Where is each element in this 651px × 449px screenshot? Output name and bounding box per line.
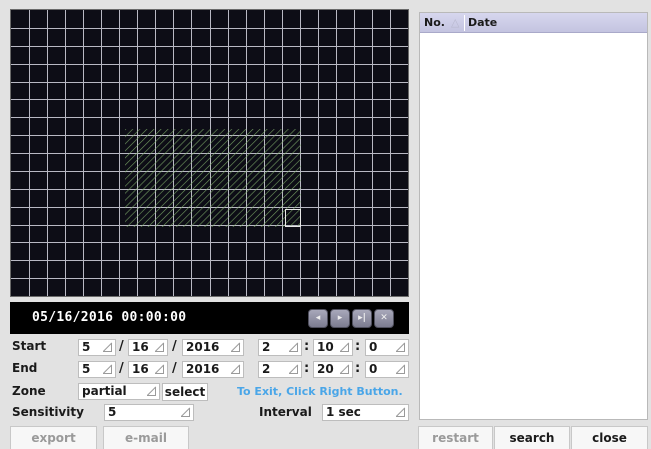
dropdown-icon <box>147 387 156 396</box>
start-hour-value: 2 <box>262 340 271 354</box>
play-icon: ▸ <box>337 313 343 323</box>
search-button[interactable]: search <box>494 426 570 449</box>
zone-value: partial <box>82 384 127 398</box>
date-separator: / <box>119 339 124 354</box>
interval-select[interactable]: 1 sec <box>322 404 409 421</box>
column-header-no[interactable]: No. <box>424 16 445 29</box>
interval-value: 1 sec <box>326 405 361 419</box>
playback-timestamp: 05/16/2016 00:00:00 <box>32 310 187 325</box>
start-day-value: 16 <box>132 340 149 354</box>
column-divider <box>464 15 465 31</box>
dropdown-icon <box>103 365 112 374</box>
rewind-icon: ◂ <box>315 313 321 323</box>
end-hour-value: 2 <box>262 362 271 376</box>
email-button[interactable]: e-mail <box>103 426 189 449</box>
end-minute-value: 20 <box>317 362 334 376</box>
dropdown-icon <box>396 408 405 417</box>
start-second-select[interactable]: 0 <box>365 339 409 356</box>
step-forward-button[interactable]: ▸| <box>352 309 372 328</box>
date-separator: / <box>119 361 124 376</box>
start-label: Start <box>12 339 47 353</box>
results-list-header: No. △ Date <box>420 13 647 33</box>
start-month-select[interactable]: 5 <box>78 339 116 356</box>
end-day-value: 16 <box>132 362 149 376</box>
dropdown-icon <box>155 365 164 374</box>
end-label: End <box>12 361 38 375</box>
end-month-value: 5 <box>82 362 91 376</box>
start-day-select[interactable]: 16 <box>128 339 168 356</box>
close-icon: ✕ <box>380 313 388 323</box>
dropdown-icon <box>231 365 240 374</box>
start-minute-value: 10 <box>317 340 334 354</box>
start-second-value: 0 <box>369 340 378 354</box>
rewind-button[interactable]: ◂ <box>308 309 328 328</box>
stop-button[interactable]: ✕ <box>374 309 394 328</box>
results-list[interactable]: No. △ Date <box>419 12 648 420</box>
end-second-select[interactable]: 0 <box>365 361 409 378</box>
dropdown-icon <box>231 343 240 352</box>
time-separator: : <box>304 361 310 376</box>
interval-label: Interval <box>259 405 312 419</box>
select-zone-button[interactable]: select <box>162 383 208 401</box>
dropdown-icon <box>340 365 349 374</box>
dropdown-icon <box>289 365 298 374</box>
dropdown-icon <box>155 343 164 352</box>
start-hour-select[interactable]: 2 <box>258 339 302 356</box>
end-minute-select[interactable]: 20 <box>313 361 353 378</box>
dropdown-icon <box>181 408 190 417</box>
sort-icon: △ <box>451 16 460 29</box>
end-hour-select[interactable]: 2 <box>258 361 302 378</box>
sensitivity-select[interactable]: 5 <box>104 404 194 421</box>
close-button[interactable]: close <box>571 426 648 449</box>
end-month-select[interactable]: 5 <box>78 361 116 378</box>
end-day-select[interactable]: 16 <box>128 361 168 378</box>
start-minute-select[interactable]: 10 <box>313 339 353 356</box>
end-year-value: 2016 <box>186 362 220 376</box>
zone-select[interactable]: partial <box>78 383 160 400</box>
sensitivity-value: 5 <box>108 405 117 419</box>
dropdown-icon <box>396 365 405 374</box>
zone-label: Zone <box>12 384 46 398</box>
playback-bar: 05/16/2016 00:00:00 ◂ ▸ ▸| ✕ <box>10 302 409 334</box>
time-separator: : <box>355 361 361 376</box>
time-separator: : <box>355 339 361 354</box>
selected-zone-area <box>125 129 301 227</box>
dropdown-icon <box>289 343 298 352</box>
motion-zone-grid[interactable] <box>11 10 408 296</box>
dropdown-icon <box>103 343 112 352</box>
step-forward-icon: ▸| <box>358 313 366 323</box>
start-year-value: 2016 <box>186 340 220 354</box>
play-button[interactable]: ▸ <box>330 309 350 328</box>
end-year-select[interactable]: 2016 <box>182 361 244 378</box>
exit-hint: To Exit, Click Right Button. <box>237 385 403 398</box>
sensitivity-label: Sensitivity <box>12 405 84 419</box>
start-month-value: 5 <box>82 340 91 354</box>
dropdown-icon <box>396 343 405 352</box>
dropdown-icon <box>340 343 349 352</box>
date-separator: / <box>172 339 177 354</box>
export-button[interactable]: export <box>10 426 97 449</box>
column-header-date[interactable]: Date <box>468 16 497 29</box>
date-separator: / <box>172 361 177 376</box>
end-second-value: 0 <box>369 362 378 376</box>
start-year-select[interactable]: 2016 <box>182 339 244 356</box>
restart-button[interactable]: restart <box>418 426 493 449</box>
time-separator: : <box>304 339 310 354</box>
motion-grid-view[interactable] <box>10 9 409 297</box>
